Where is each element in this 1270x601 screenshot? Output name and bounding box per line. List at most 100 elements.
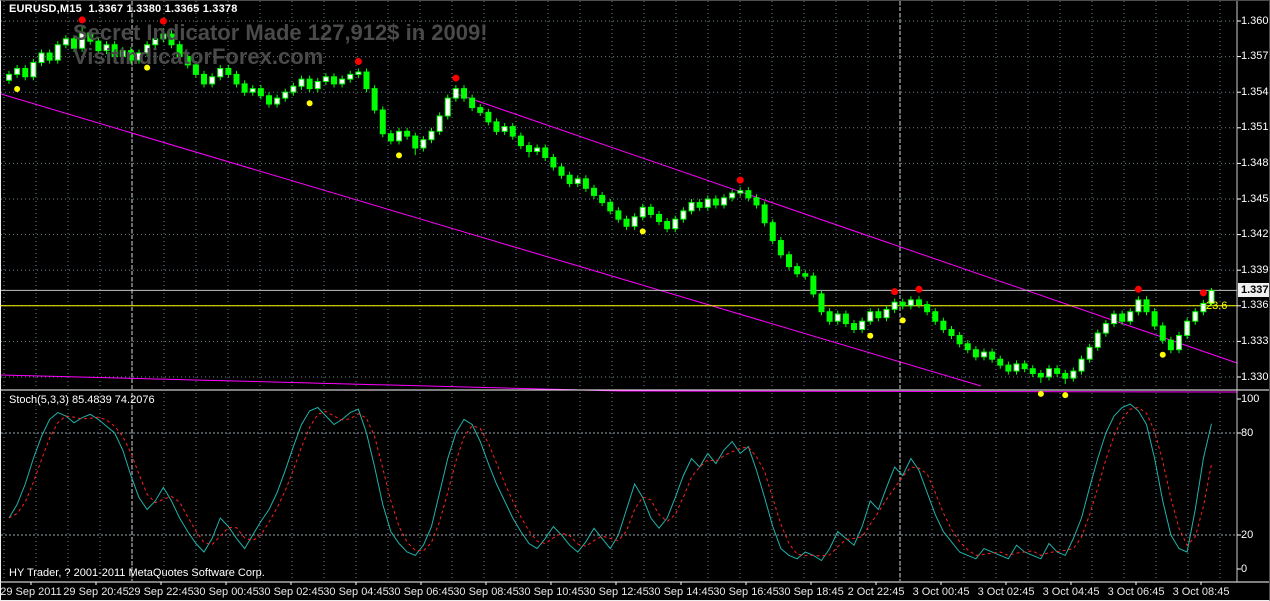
candle-bull (640, 207, 645, 216)
candle-bear (1152, 312, 1157, 326)
sell-signal-dot (891, 288, 898, 295)
buy-signal-dot (1038, 391, 1044, 397)
candle-bear (413, 136, 418, 148)
candle-bull (323, 77, 328, 82)
price-axis-label: 1.3545 (1241, 86, 1270, 98)
candle-bull (31, 63, 36, 77)
candle-bull (1112, 314, 1117, 323)
candle-bear (616, 211, 621, 219)
candle-bear (364, 72, 369, 89)
candle-bear (925, 305, 930, 312)
candle-bear (405, 131, 410, 136)
candle-bear (746, 191, 751, 198)
candle-bear (973, 350, 978, 357)
sell-signal-dot (1200, 289, 1207, 296)
candle-bull (1014, 364, 1019, 371)
watermark-text: Secret Indicator Made 127,912$ in 2009! … (73, 21, 488, 69)
candle-bear (226, 68, 231, 74)
buy-signal-dot (396, 152, 402, 158)
candle-bull (340, 79, 345, 84)
sell-signal-dot (1135, 286, 1142, 293)
candle-bull (884, 309, 889, 317)
candle-bear (803, 274, 808, 276)
chart-background (1, 1, 1270, 601)
candle-bull (892, 302, 897, 309)
candle-bear (388, 134, 393, 141)
candle-bear (267, 96, 272, 104)
candle-bull (39, 53, 44, 62)
candle-bull (250, 89, 255, 93)
time-axis-label: 29 Sep 22:45 (128, 586, 193, 598)
candle-bull (738, 191, 743, 193)
time-axis-label: 30 Sep 04:45 (323, 586, 388, 598)
candle-bull (348, 74, 353, 79)
time-axis-label: 29 Sep 2011 (0, 586, 62, 598)
time-axis-label: 30 Sep 08:45 (453, 586, 518, 598)
candle-bear (559, 167, 564, 175)
price-chart-canvas[interactable] (1, 1, 1270, 601)
candle-bear (665, 222, 670, 229)
candle-bull (575, 179, 580, 184)
candle-bear (600, 195, 605, 202)
stoch-axis-label: 80 (1241, 427, 1253, 439)
symbol-ohlc-title: EURUSD,M15 1.3367 1.3380 1.3365 1.3378 (9, 3, 238, 15)
candle-bear (1030, 369, 1035, 374)
time-axis-label: 3 Oct 06:45 (1108, 586, 1165, 598)
candle-bull (315, 82, 320, 89)
watermark-line1: Secret Indicator Made 127,912$ in 2009! (73, 21, 488, 45)
copyright-text: HY Trader, ? 2001-2011 MetaQuotes Softwa… (9, 567, 265, 579)
price-axis-label: 1.3485 (1241, 157, 1270, 169)
candle-bear (518, 136, 523, 145)
candle-bull (356, 72, 361, 74)
stochastic-indicator-label: Stoch(5,3,3) 85.4839 74.2076 (9, 394, 155, 406)
candle-bull (722, 198, 727, 205)
candle-bear (234, 74, 239, 83)
candle-bear (527, 146, 532, 152)
time-axis-label: 30 Sep 14:45 (648, 586, 713, 598)
candle-bear (510, 127, 515, 136)
candle-bull (275, 98, 280, 104)
time-axis-label: 30 Sep 10:45 (518, 586, 583, 598)
candle-bear (242, 84, 247, 92)
candle-bear (713, 199, 718, 205)
candle-bear (787, 255, 792, 267)
candle-bear (965, 344, 970, 350)
buy-signal-dot (640, 228, 646, 234)
time-axis-label: 3 Oct 02:45 (978, 586, 1035, 598)
candle-bull (1136, 300, 1141, 312)
candle-bull (1087, 347, 1092, 359)
candle-bull (689, 203, 694, 211)
candle-bull (445, 98, 450, 116)
candle-bull (673, 219, 678, 228)
time-axis-label: 29 Sep 20:45 (63, 586, 128, 598)
time-axis-label: 30 Sep 12:45 (583, 586, 648, 598)
candle-bear (372, 89, 377, 110)
candle-bull (283, 92, 288, 98)
candle-bear (1006, 365, 1011, 371)
time-axis-label: 30 Sep 06:45 (388, 586, 453, 598)
candle-bull (210, 77, 215, 84)
candle-bear (778, 241, 783, 255)
buy-signal-dot (307, 100, 313, 106)
candle-bear (332, 77, 337, 84)
watermark-line2: VisitIndicatorForex.com (73, 45, 488, 69)
stoch-axis-label: 0 (1241, 563, 1247, 575)
candle-bear (307, 79, 312, 88)
candle-bull (681, 211, 686, 219)
candle-bear (551, 157, 556, 166)
candle-bear (754, 198, 759, 205)
candle-bear (608, 203, 613, 211)
candle-bull (1079, 359, 1084, 371)
candle-bull (1071, 371, 1076, 378)
candle-bear (900, 302, 905, 306)
candle-bear (1160, 326, 1165, 340)
time-axis-label: 3 Oct 08:45 (1173, 586, 1230, 598)
candle-bear (486, 112, 491, 121)
candle-bull (860, 321, 865, 329)
candle-bear (811, 276, 816, 294)
candle-bear (494, 122, 499, 131)
price-axis-label: 1.3455 (1241, 193, 1270, 205)
candle-bull (421, 140, 426, 148)
chart-window: EURUSD,M15 1.3367 1.3380 1.3365 1.3378 S… (0, 0, 1270, 601)
candle-bear (583, 179, 588, 188)
